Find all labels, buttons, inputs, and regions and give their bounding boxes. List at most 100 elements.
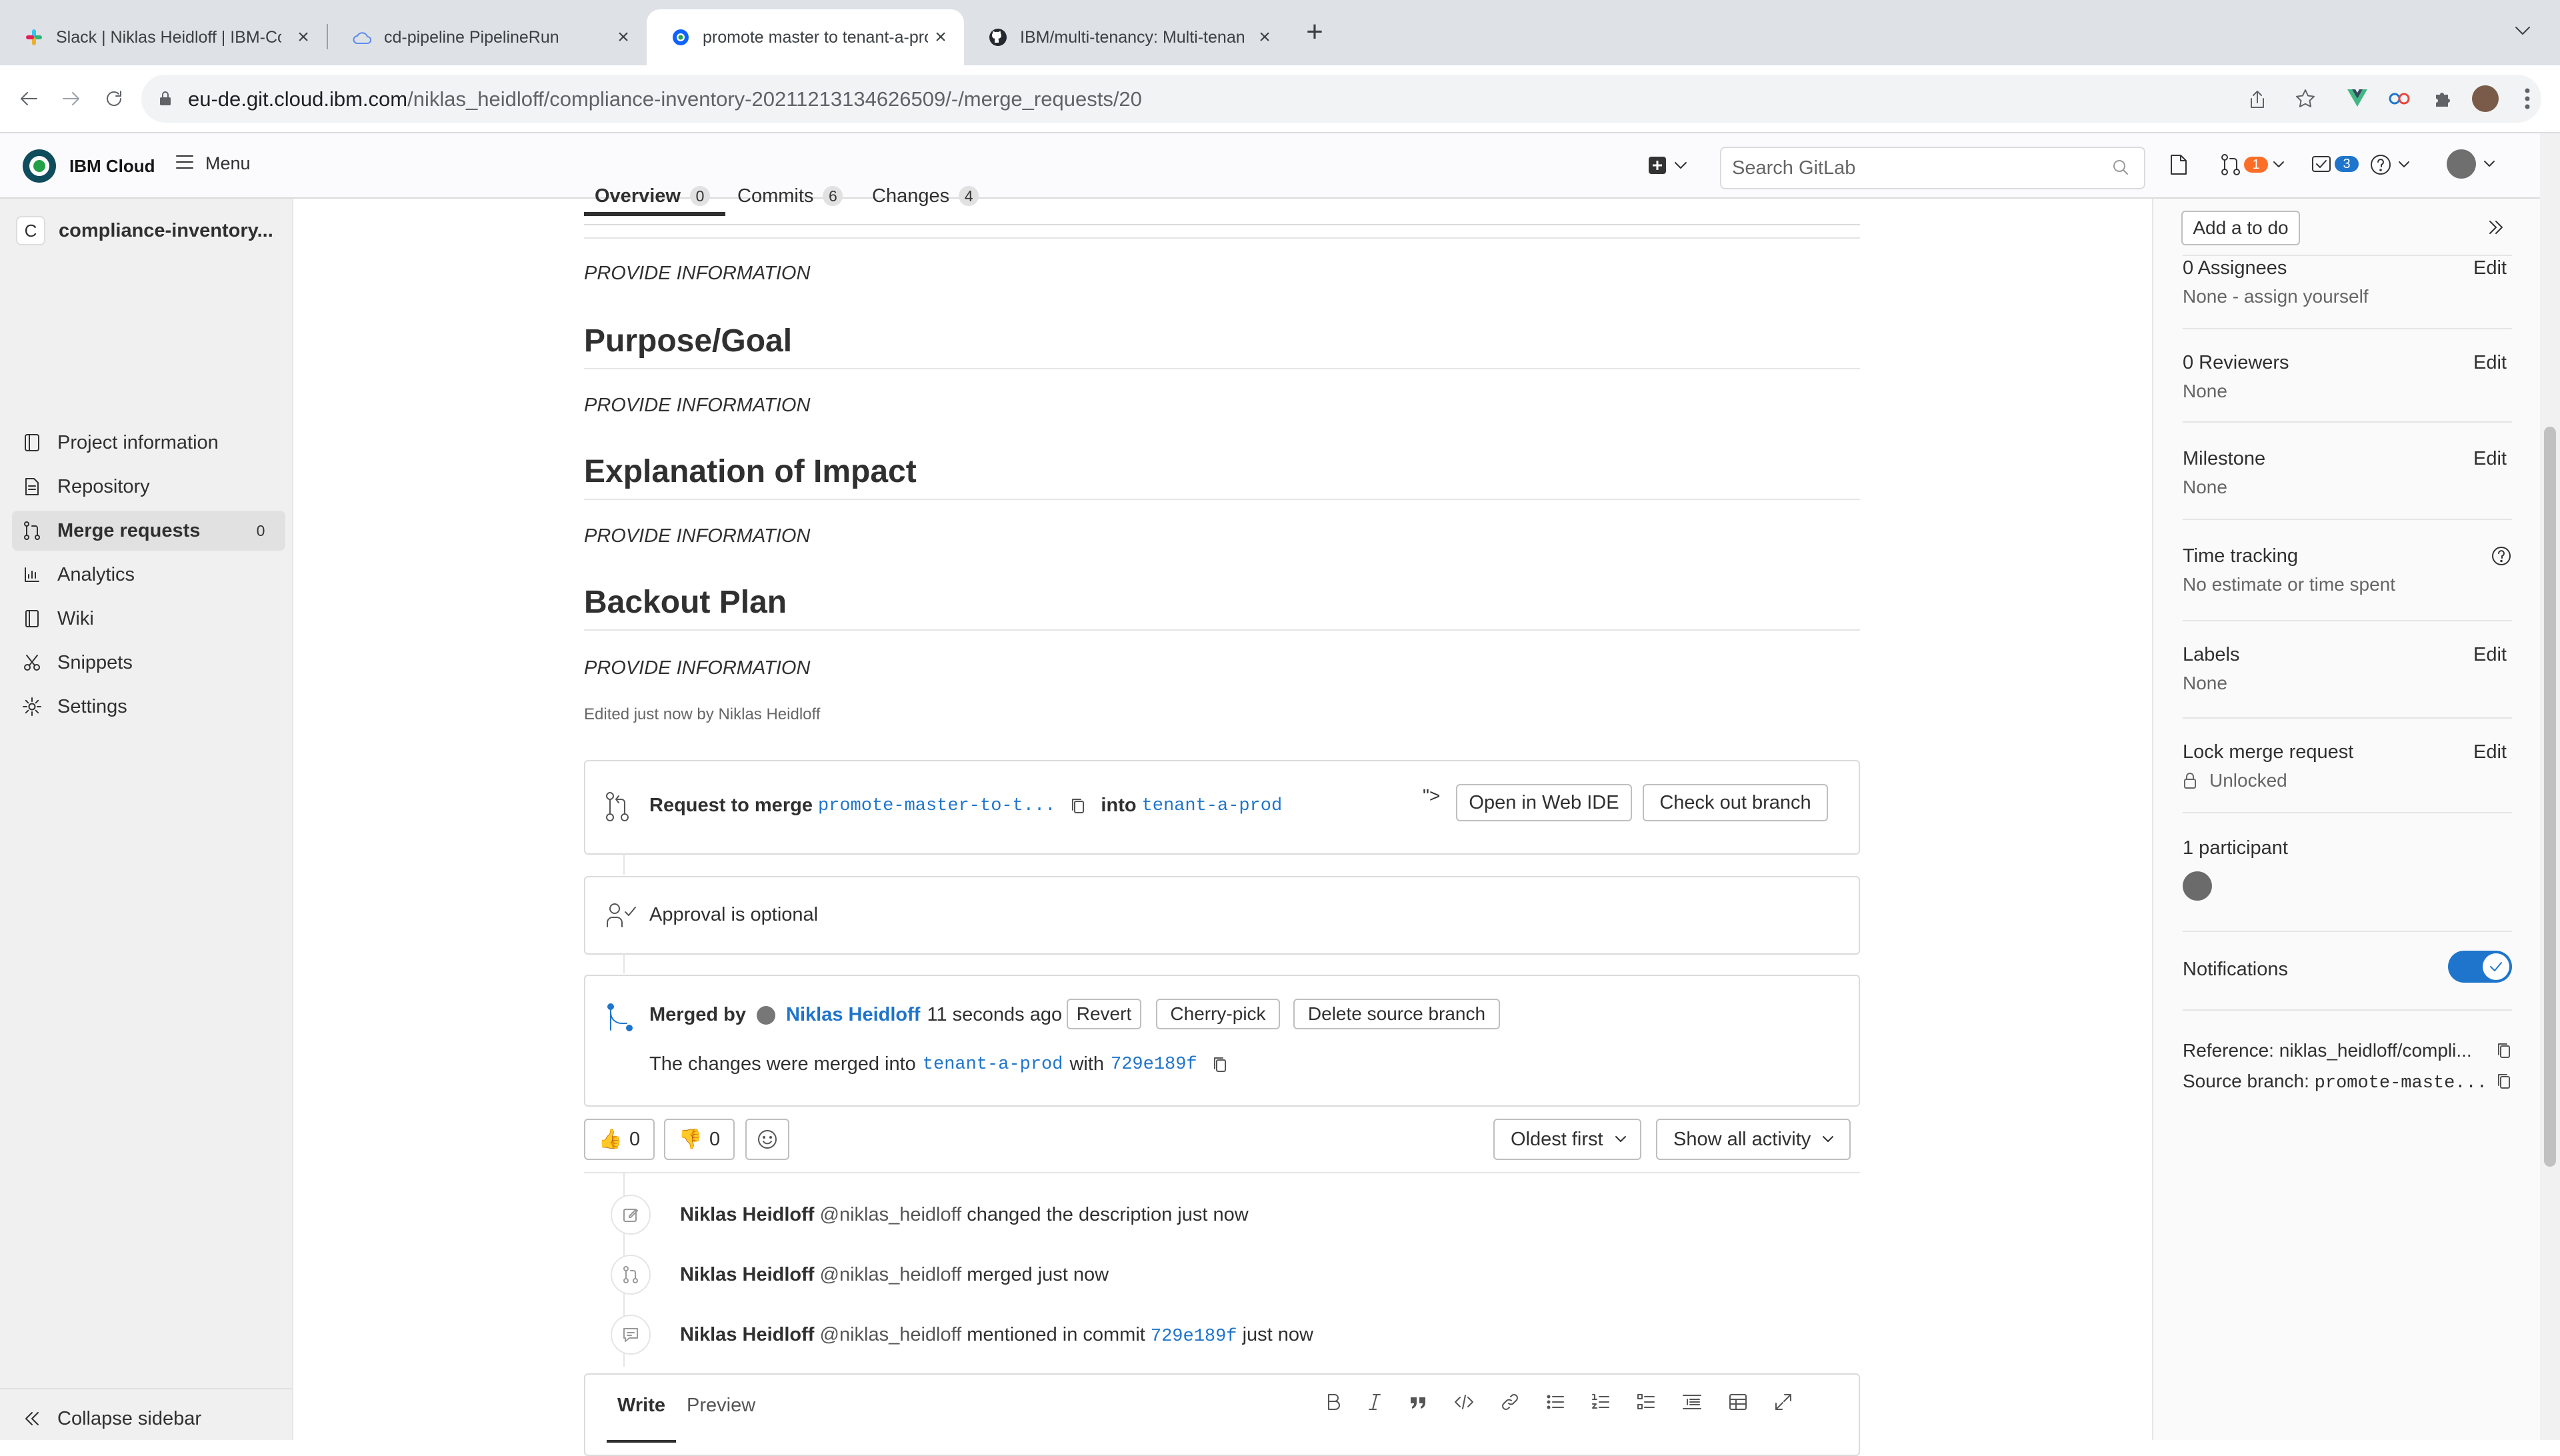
brand-name[interactable]: IBM Cloud: [69, 156, 155, 177]
notifications-toggle[interactable]: [2448, 951, 2512, 983]
help-icon[interactable]: [2369, 153, 2411, 176]
activity-handle[interactable]: @niklas_heidloff: [820, 1324, 962, 1345]
tab-search-chevron-icon[interactable]: [2513, 24, 2532, 37]
copy-commit-icon[interactable]: [1212, 1055, 1228, 1074]
source-branch-link[interactable]: promote-master-to-t...: [818, 796, 1055, 816]
reload-icon[interactable]: [97, 82, 131, 115]
delete-source-branch-button[interactable]: Delete source branch: [1293, 999, 1500, 1029]
hamburger-icon[interactable]: [175, 153, 195, 171]
ibm-cloud-logo-icon[interactable]: [21, 148, 57, 184]
bold-icon[interactable]: [1325, 1392, 1341, 1412]
search-input[interactable]: Search GitLab: [1720, 147, 2145, 189]
menu-button[interactable]: Menu: [205, 153, 251, 174]
copy-branch-icon[interactable]: [1070, 797, 1086, 815]
target-branch-link[interactable]: tenant-a-prod: [1142, 796, 1283, 816]
close-tab-icon[interactable]: ×: [1255, 27, 1275, 47]
sidebar-item-project-information[interactable]: Project information: [12, 423, 285, 463]
close-tab-icon[interactable]: ×: [293, 27, 313, 47]
browser-tab[interactable]: IBM/multi-tenancy: Multi-tenan ×: [964, 9, 1288, 65]
close-tab-icon[interactable]: ×: [931, 27, 951, 47]
target-branch-link[interactable]: tenant-a-prod: [923, 1055, 1063, 1075]
collapse-right-sidebar-icon[interactable]: [2487, 219, 2505, 236]
section-body: PROVIDE INFORMATION: [584, 395, 811, 416]
merged-by-user-link[interactable]: Niklas Heidloff: [786, 1004, 920, 1026]
cherry-pick-button[interactable]: Cherry-pick: [1156, 999, 1280, 1029]
profile-avatar-icon[interactable]: [2472, 85, 2499, 112]
activity-user[interactable]: Niklas Heidloff: [680, 1324, 814, 1345]
bookmark-star-icon[interactable]: [2295, 88, 2316, 109]
scrollbar-thumb[interactable]: [2544, 427, 2556, 1167]
collapse-sidebar-label: Collapse sidebar: [57, 1407, 202, 1429]
todos-icon[interactable]: 3: [2311, 153, 2359, 175]
open-web-ide-button[interactable]: Open in Web IDE: [1456, 784, 1632, 821]
table-icon[interactable]: [1728, 1392, 1748, 1412]
back-icon[interactable]: [12, 82, 45, 115]
tab-overview[interactable]: Overview 0: [595, 176, 710, 216]
code-icon[interactable]: [1453, 1392, 1475, 1412]
numbered-list-icon[interactable]: [1591, 1392, 1611, 1412]
browser-menu-icon[interactable]: [2524, 87, 2531, 111]
forward-icon[interactable]: [55, 82, 88, 115]
write-tab[interactable]: Write: [617, 1395, 665, 1417]
mr-tabs: Overview 0 Commits 6 Changes 4: [584, 185, 1860, 225]
new-tab-icon[interactable]: +: [1300, 17, 1329, 48]
close-tab-icon[interactable]: ×: [613, 27, 633, 47]
browser-tab[interactable]: Slack | Niklas Heidloff | IBM-Co ×: [0, 9, 327, 65]
sidebar-item-repository[interactable]: Repository: [12, 467, 285, 507]
activity-handle[interactable]: @niklas_heidloff: [820, 1264, 962, 1285]
extension-icon[interactable]: [2388, 89, 2411, 108]
edit-milestone-link[interactable]: Edit: [2473, 448, 2507, 470]
sidebar-item-settings[interactable]: Settings: [12, 687, 285, 727]
quote-icon[interactable]: [1408, 1392, 1428, 1412]
add-reaction-button[interactable]: [745, 1119, 789, 1160]
fullscreen-icon[interactable]: [1773, 1392, 1793, 1412]
preview-tab[interactable]: Preview: [687, 1395, 755, 1417]
activity-handle[interactable]: @niklas_heidloff: [820, 1204, 962, 1225]
page-scrollbar[interactable]: [2540, 133, 2560, 1440]
assignees-value[interactable]: None - assign yourself: [2183, 286, 2512, 307]
revert-button[interactable]: Revert: [1067, 999, 1141, 1029]
collapsible-icon[interactable]: [1681, 1392, 1703, 1412]
sidebar-item-merge-requests[interactable]: Merge requests 0: [12, 511, 285, 551]
tab-commits[interactable]: Commits 6: [737, 176, 843, 216]
user-avatar-menu[interactable]: [2447, 149, 2496, 179]
copy-reference-icon[interactable]: [2496, 1041, 2512, 1060]
copy-source-branch-icon[interactable]: [2496, 1072, 2512, 1091]
thumbs-up-button[interactable]: 👍 0: [584, 1119, 655, 1160]
vue-devtools-icon[interactable]: [2347, 88, 2368, 108]
project-context[interactable]: C compliance-inventory...: [12, 211, 285, 251]
commit-link[interactable]: 729e189f: [1111, 1055, 1197, 1075]
add-todo-button[interactable]: Add a to do: [2181, 211, 2300, 245]
issues-icon[interactable]: [2168, 153, 2189, 176]
edit-reviewers-link[interactable]: Edit: [2473, 352, 2507, 374]
sidebar-item-wiki[interactable]: Wiki: [12, 599, 285, 639]
commit-link[interactable]: 729e189f: [1151, 1327, 1237, 1347]
sidebar-item-analytics[interactable]: Analytics: [12, 555, 285, 595]
sidebar-item-snippets[interactable]: Snippets: [12, 643, 285, 683]
share-icon[interactable]: [2248, 89, 2267, 109]
extensions-puzzle-icon[interactable]: [2432, 88, 2453, 109]
task-list-icon[interactable]: [1636, 1392, 1656, 1412]
tab-changes[interactable]: Changes 4: [872, 176, 979, 216]
edit-assignees-link[interactable]: Edit: [2473, 257, 2507, 279]
edit-labels-link[interactable]: Edit: [2473, 644, 2507, 666]
participant-avatar[interactable]: [2183, 871, 2212, 901]
collapse-sidebar-button[interactable]: Collapse sidebar: [12, 1399, 285, 1439]
merge-requests-header-icon[interactable]: 1: [2220, 153, 2285, 176]
link-icon[interactable]: [1500, 1392, 1520, 1412]
check-out-branch-button[interactable]: Check out branch: [1643, 784, 1828, 821]
create-new-icon[interactable]: [1647, 155, 1688, 176]
browser-tab-active[interactable]: promote master to tenant-a-pro ×: [647, 9, 964, 65]
edit-lock-link[interactable]: Edit: [2473, 741, 2507, 763]
activity-filter-dropdown[interactable]: Show all activity: [1656, 1119, 1851, 1160]
url-bar[interactable]: eu-de.git.cloud.ibm.com/niklas_heidloff/…: [141, 75, 2541, 123]
bullet-list-icon[interactable]: [1545, 1392, 1565, 1412]
thumbs-down-button[interactable]: 👎 0: [664, 1119, 735, 1160]
help-icon[interactable]: [2491, 545, 2512, 567]
italic-icon[interactable]: [1367, 1392, 1383, 1412]
activity-user[interactable]: Niklas Heidloff: [680, 1204, 814, 1225]
activity-user[interactable]: Niklas Heidloff: [680, 1264, 814, 1285]
sort-dropdown[interactable]: Oldest first: [1493, 1119, 1641, 1160]
browser-tab[interactable]: cd-pipeline PipelineRun ×: [328, 9, 647, 65]
divider: [2183, 255, 2512, 256]
